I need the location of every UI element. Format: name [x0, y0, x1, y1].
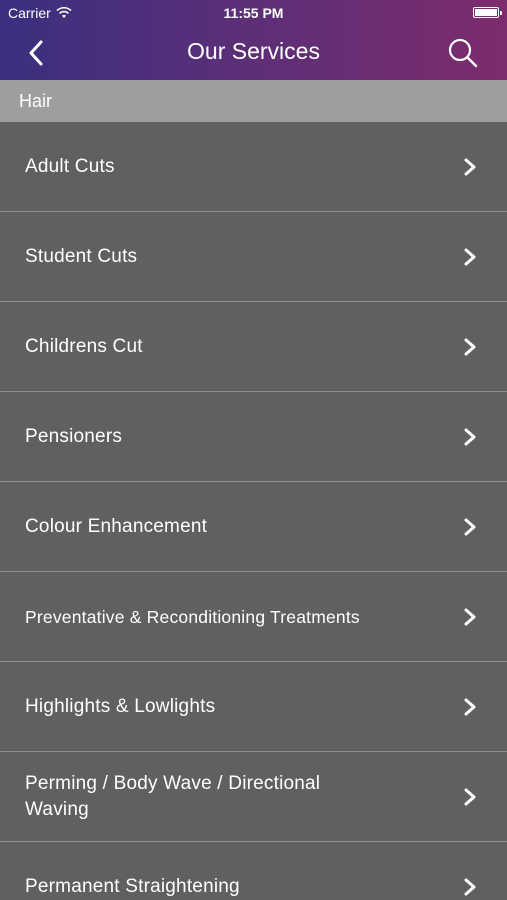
chevron-right-icon [464, 248, 476, 265]
services-screen: Carrier 11:55 PM Our Services Hair Adult… [0, 0, 507, 900]
chevron-right-icon [464, 158, 476, 175]
chevron-right-icon [464, 518, 476, 535]
search-button[interactable] [447, 37, 479, 69]
service-row-treatments[interactable]: Preventative & Reconditioning Treatments [0, 572, 507, 662]
service-row-childrens-cut[interactable]: Childrens Cut [0, 302, 507, 392]
chevron-right-icon [464, 608, 476, 625]
page-title: Our Services [187, 38, 320, 64]
service-label: Pensioners [25, 425, 123, 447]
chevron-right-icon [464, 428, 476, 445]
header: Carrier 11:55 PM Our Services [0, 0, 507, 80]
service-row-permanent-straightening[interactable]: Permanent Straightening [0, 842, 507, 900]
service-row-perming[interactable]: Perming / Body Wave / Directional Waving [0, 752, 507, 842]
services-list: Adult Cuts Student Cuts Childrens Cut Pe… [0, 122, 507, 900]
service-label: Student Cuts [25, 245, 138, 267]
battery-icon [473, 7, 502, 18]
service-row-pensioners[interactable]: Pensioners [0, 392, 507, 482]
chevron-right-icon [464, 788, 476, 805]
chevron-right-icon [464, 698, 476, 715]
section-header-hair: Hair [0, 80, 507, 122]
service-label: Adult Cuts [25, 155, 115, 177]
service-row-student-cuts[interactable]: Student Cuts [0, 212, 507, 302]
service-row-highlights-lowlights[interactable]: Highlights & Lowlights [0, 662, 507, 752]
service-row-adult-cuts[interactable]: Adult Cuts [0, 122, 507, 212]
search-icon [448, 38, 478, 68]
navigation-bar: Our Services [0, 26, 507, 80]
service-label: Highlights & Lowlights [25, 695, 216, 717]
service-label: Colour Enhancement [25, 515, 208, 537]
service-label: Permanent Straightening [25, 875, 240, 897]
service-row-colour-enhancement[interactable]: Colour Enhancement [0, 482, 507, 572]
section-title: Hair [19, 91, 53, 111]
chevron-right-icon [464, 878, 476, 895]
service-label: Childrens Cut [25, 335, 143, 357]
status-bar: Carrier 11:55 PM [0, 0, 507, 26]
service-label: Perming / Body Wave / Directional Waving [25, 772, 321, 820]
status-time: 11:55 PM [223, 5, 284, 21]
chevron-right-icon [464, 338, 476, 355]
service-label: Preventative & Reconditioning Treatments [25, 606, 360, 627]
